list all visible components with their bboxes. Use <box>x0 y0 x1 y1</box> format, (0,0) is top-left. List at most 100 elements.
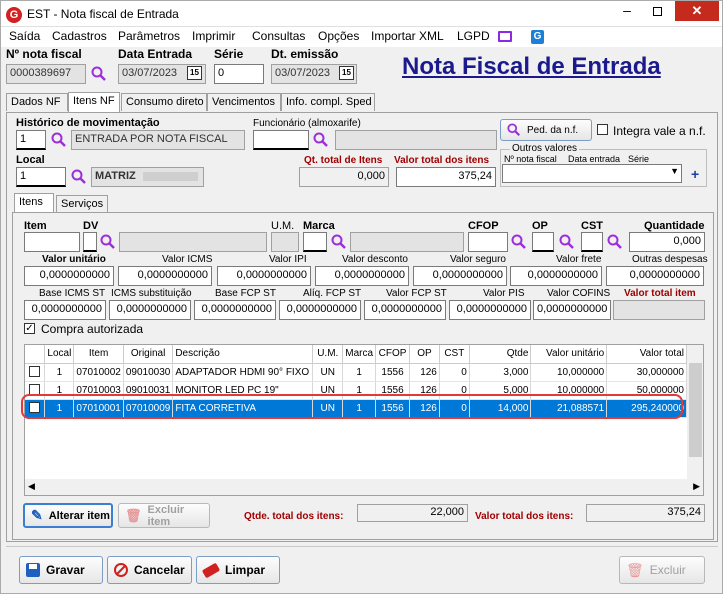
add-icon[interactable]: + <box>691 166 699 182</box>
horizontal-scrollbar[interactable]: ◀ ▶ <box>25 479 703 495</box>
grid-header-6[interactable]: Marca <box>342 345 377 364</box>
quantidade-input[interactable]: 0,000 <box>629 232 705 252</box>
monitor-icon[interactable] <box>498 31 512 42</box>
dv-input[interactable] <box>83 232 97 252</box>
menu-lgpd[interactable]: LGPD <box>457 29 490 43</box>
scroll-thumb[interactable] <box>689 363 702 457</box>
cfop-input[interactable] <box>468 232 508 252</box>
row2-input-5[interactable]: 0,0000000000 <box>510 266 602 286</box>
grid-header-0[interactable] <box>25 345 46 364</box>
row2-input-1[interactable]: 0,0000000000 <box>118 266 212 286</box>
grid-header-8[interactable]: OP <box>409 345 440 364</box>
table-row[interactable]: 1 07010002 09010030 ADAPTADOR HDMI 90° FIXO… <box>25 363 687 382</box>
menu-consultas[interactable]: Consultas <box>252 29 305 43</box>
valor-total-label: Valor total dos itens <box>394 155 490 166</box>
selected-row-highlight-ring <box>21 394 683 419</box>
serie-input[interactable]: 0 <box>214 64 264 84</box>
search-local-icon[interactable] <box>71 169 87 185</box>
cst-input[interactable] <box>581 232 603 252</box>
menu-parametros[interactable]: Parâmetros <box>118 29 180 43</box>
grid-header-9[interactable]: CST <box>439 345 470 364</box>
row3-input-0[interactable]: 0,0000000000 <box>24 300 106 320</box>
grid-header-11[interactable]: Valor unitário <box>530 345 608 364</box>
tab-info-sped[interactable]: Info. compl. Sped <box>281 93 375 111</box>
item-desc <box>119 232 267 252</box>
row3-input-6[interactable]: 0,0000000000 <box>533 300 611 320</box>
row3-label-5: Valor PIS <box>483 288 525 299</box>
ped-nf-button[interactable]: Ped. da n.f. <box>500 119 592 141</box>
grid-header-7[interactable]: CFOP <box>375 345 410 364</box>
row2-input-3[interactable]: 0,0000000000 <box>315 266 409 286</box>
alterar-label: Alterar item <box>48 509 110 522</box>
integra-vale-checkbox[interactable] <box>597 124 608 135</box>
row3-input-5[interactable]: 0,0000000000 <box>449 300 531 320</box>
gravar-button[interactable]: Gravar <box>19 556 103 584</box>
grid-header-3[interactable]: Original <box>123 345 174 364</box>
minimize-button[interactable]: – <box>613 1 641 21</box>
vertical-scrollbar[interactable] <box>687 345 703 479</box>
historico-code-input[interactable]: 1 <box>16 130 46 150</box>
scroll-left-icon[interactable]: ◀ <box>28 481 35 492</box>
row3-label-4: Valor FCP ST <box>386 288 447 299</box>
main-window: G EST - Nota fiscal de Entrada – ✕ Saída… <box>0 0 723 594</box>
row3-input-2[interactable]: 0,0000000000 <box>194 300 276 320</box>
row-checkbox[interactable] <box>29 366 41 378</box>
marca-input[interactable] <box>303 232 327 252</box>
grid-header-2[interactable]: Item <box>73 345 124 364</box>
tab-consumo-direto[interactable]: Consumo direto <box>121 93 207 111</box>
grid-header-4[interactable]: Descrição <box>172 345 314 364</box>
calendar-icon[interactable]: 15 <box>339 66 354 80</box>
menu-opcoes[interactable]: Opções <box>318 29 359 43</box>
outros-col-serie: Série <box>628 154 650 164</box>
calendar-icon[interactable]: 15 <box>187 66 202 80</box>
search-funcionario-icon[interactable] <box>313 132 329 148</box>
excluir-button[interactable]: 🗑 Excluir <box>619 556 705 584</box>
outros-valores-select[interactable]: ▼ <box>502 164 682 183</box>
menu-imprimir[interactable]: Imprimir <box>192 29 235 43</box>
row3-input-1[interactable]: 0,0000000000 <box>109 300 191 320</box>
local-code-input[interactable]: 1 <box>16 167 66 187</box>
menu-bar: Saída Cadastros Parâmetros Imprimir Cons… <box>1 27 722 47</box>
tab-itens-nf[interactable]: Itens NF <box>68 92 120 112</box>
item-input[interactable] <box>24 232 80 252</box>
grid-header-1[interactable]: Local <box>44 345 75 364</box>
g-app-icon[interactable]: G <box>531 30 544 44</box>
menu-importar-xml[interactable]: Importar XML <box>371 29 444 43</box>
menu-saida[interactable]: Saída <box>9 29 40 43</box>
nf-number-input[interactable]: 0000389697 <box>6 64 86 84</box>
search-op-icon[interactable] <box>559 234 575 250</box>
tab-vencimentos[interactable]: Vencimentos <box>207 93 281 111</box>
tab-dados-nf[interactable]: Dados NF <box>6 93 68 111</box>
cancelar-button[interactable]: Cancelar <box>107 556 192 584</box>
row2-input-0[interactable]: 0,0000000000 <box>24 266 114 286</box>
row3-input-3[interactable]: 0,0000000000 <box>279 300 361 320</box>
op-input[interactable] <box>532 232 554 252</box>
search-cst-icon[interactable] <box>607 234 623 250</box>
maximize-button[interactable] <box>643 1 671 21</box>
row3-input-7 <box>613 300 705 320</box>
row3-input-4[interactable]: 0,0000000000 <box>364 300 446 320</box>
grid-header-10[interactable]: Qtde <box>469 345 532 364</box>
row2-input-2[interactable]: 0,0000000000 <box>217 266 311 286</box>
search-marca-icon[interactable] <box>331 234 347 250</box>
subtab-servicos[interactable]: Serviços <box>56 195 108 213</box>
alterar-item-button[interactable]: ✎ Alterar item <box>23 503 113 528</box>
row2-input-4[interactable]: 0,0000000000 <box>413 266 507 286</box>
search-historico-icon[interactable] <box>51 132 67 148</box>
row2-label-2: Valor IPI <box>269 254 307 265</box>
funcionario-code-input[interactable] <box>253 130 309 150</box>
menu-cadastros[interactable]: Cadastros <box>52 29 107 43</box>
search-item-icon[interactable] <box>100 234 116 250</box>
scroll-right-icon[interactable]: ▶ <box>693 481 700 492</box>
row2-input-6[interactable]: 0,0000000000 <box>606 266 704 286</box>
subtab-itens[interactable]: Itens <box>14 193 54 213</box>
close-button[interactable]: ✕ <box>675 1 719 21</box>
search-cfop-icon[interactable] <box>511 234 527 250</box>
excluir-item-button[interactable]: 🗑 Excluir item <box>118 503 210 528</box>
limpar-button[interactable]: Limpar <box>196 556 280 584</box>
grid-header-5[interactable]: U.M. <box>312 345 344 364</box>
grid-header-12[interactable]: Valor total <box>606 345 687 364</box>
ped-nf-label: Ped. da n.f. <box>527 124 579 136</box>
compra-autorizada-checkbox[interactable]: ✓ <box>24 323 35 334</box>
search-nf-icon[interactable] <box>91 66 107 82</box>
